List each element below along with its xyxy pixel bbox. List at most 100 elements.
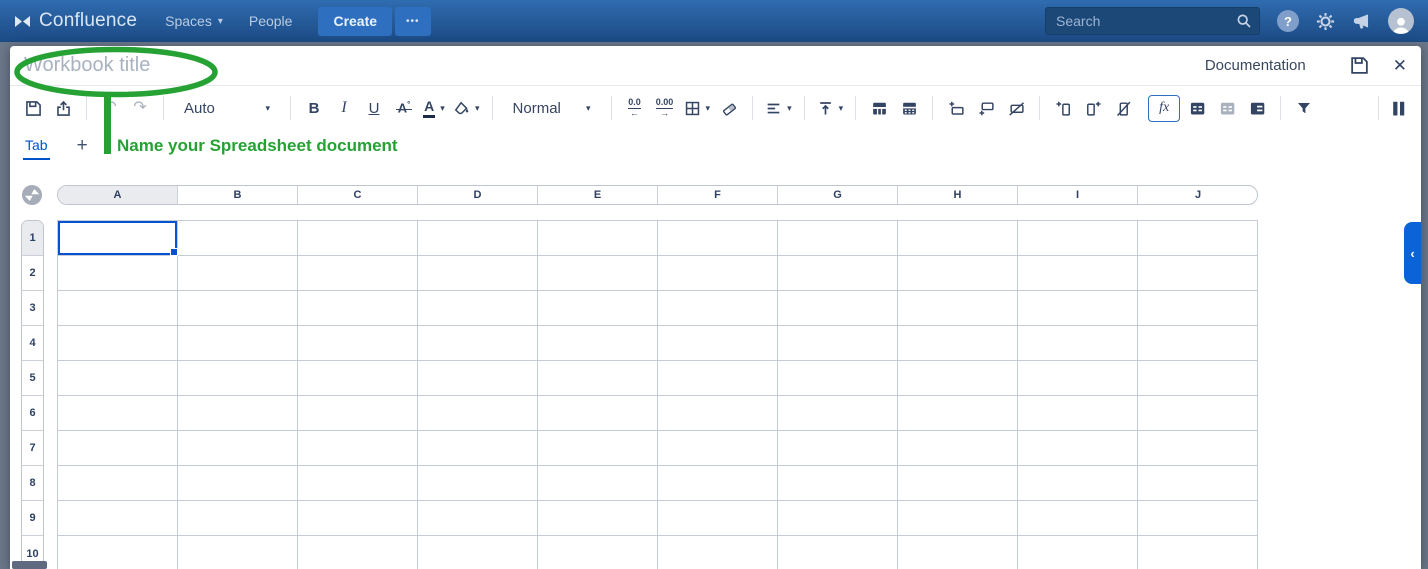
cell-G7[interactable] bbox=[778, 431, 898, 466]
cell-H1[interactable] bbox=[898, 221, 1018, 256]
cell-B8[interactable] bbox=[178, 466, 298, 501]
help-icon[interactable]: ? bbox=[1277, 10, 1299, 32]
cell-J8[interactable] bbox=[1138, 466, 1258, 501]
save-icon[interactable] bbox=[1350, 56, 1369, 75]
strikethrough-button[interactable]: A° bbox=[391, 95, 417, 121]
cell-J1[interactable] bbox=[1138, 221, 1258, 256]
cell-F5[interactable] bbox=[658, 361, 778, 396]
cell-A7[interactable] bbox=[58, 431, 178, 466]
cell-F4[interactable] bbox=[658, 326, 778, 361]
cell-C9[interactable] bbox=[298, 501, 418, 536]
insert-row-below-button[interactable] bbox=[973, 95, 999, 121]
cell-A2[interactable] bbox=[58, 256, 178, 291]
cell-E8[interactable] bbox=[538, 466, 658, 501]
merge-cells-button[interactable] bbox=[1184, 95, 1210, 121]
column-header-C[interactable]: C bbox=[298, 186, 418, 204]
more-menu-button[interactable]: ••• bbox=[395, 7, 431, 36]
cell-D5[interactable] bbox=[418, 361, 538, 396]
horizontal-align-button[interactable]: ▾ bbox=[763, 95, 794, 121]
column-header-E[interactable]: E bbox=[538, 186, 658, 204]
cell-C5[interactable] bbox=[298, 361, 418, 396]
row-header-4[interactable]: 4 bbox=[22, 326, 43, 361]
cell-E3[interactable] bbox=[538, 291, 658, 326]
cell-J7[interactable] bbox=[1138, 431, 1258, 466]
row-header-1[interactable]: 1 bbox=[22, 221, 43, 256]
cell-I10[interactable] bbox=[1018, 536, 1138, 569]
cell-A5[interactable] bbox=[58, 361, 178, 396]
cell-C10[interactable] bbox=[298, 536, 418, 569]
cell-F3[interactable] bbox=[658, 291, 778, 326]
cell-J4[interactable] bbox=[1138, 326, 1258, 361]
delete-column-button[interactable] bbox=[1110, 95, 1136, 121]
cell-I1[interactable] bbox=[1018, 221, 1138, 256]
close-icon[interactable]: ✕ bbox=[1393, 57, 1407, 74]
cell-A3[interactable] bbox=[58, 291, 178, 326]
cell-D7[interactable] bbox=[418, 431, 538, 466]
create-button[interactable]: Create bbox=[318, 7, 392, 36]
avatar[interactable] bbox=[1388, 8, 1414, 34]
redo-button[interactable]: ↷ bbox=[127, 95, 153, 121]
freeze-rows-button[interactable] bbox=[866, 95, 892, 121]
cell-F10[interactable] bbox=[658, 536, 778, 569]
text-color-button[interactable]: A ▾ bbox=[421, 95, 447, 121]
undo-button[interactable]: ↶ bbox=[97, 95, 123, 121]
freeze-columns-button[interactable] bbox=[896, 95, 922, 121]
cell-H4[interactable] bbox=[898, 326, 1018, 361]
save-button[interactable] bbox=[20, 95, 46, 121]
vertical-align-button[interactable]: ▾ bbox=[815, 95, 846, 121]
cell-A10[interactable] bbox=[58, 536, 178, 569]
sheet-tab[interactable]: Tab bbox=[23, 137, 50, 160]
cell-B9[interactable] bbox=[178, 501, 298, 536]
nav-spaces[interactable]: Spaces ▾ bbox=[165, 13, 223, 29]
cell-A8[interactable] bbox=[58, 466, 178, 501]
cell-H8[interactable] bbox=[898, 466, 1018, 501]
font-size-select[interactable]: Auto ▾ bbox=[174, 94, 280, 122]
cell-H7[interactable] bbox=[898, 431, 1018, 466]
cell-I5[interactable] bbox=[1018, 361, 1138, 396]
cell-H9[interactable] bbox=[898, 501, 1018, 536]
cell-B2[interactable] bbox=[178, 256, 298, 291]
cell-E6[interactable] bbox=[538, 396, 658, 431]
cell-E5[interactable] bbox=[538, 361, 658, 396]
collapse-panel-button[interactable]: ‹ bbox=[1404, 222, 1421, 284]
cell-A6[interactable] bbox=[58, 396, 178, 431]
split-cells-button[interactable] bbox=[1244, 95, 1270, 121]
row-header-3[interactable]: 3 bbox=[22, 291, 43, 326]
filter-button[interactable] bbox=[1291, 95, 1317, 121]
cell-I3[interactable] bbox=[1018, 291, 1138, 326]
cell-D3[interactable] bbox=[418, 291, 538, 326]
cell-C2[interactable] bbox=[298, 256, 418, 291]
underline-button[interactable]: U bbox=[361, 95, 387, 121]
cell-H6[interactable] bbox=[898, 396, 1018, 431]
search-input[interactable] bbox=[1045, 7, 1260, 35]
unmerge-cells-button[interactable] bbox=[1214, 95, 1240, 121]
cell-H5[interactable] bbox=[898, 361, 1018, 396]
cell-H2[interactable] bbox=[898, 256, 1018, 291]
insert-column-left-button[interactable] bbox=[1050, 95, 1076, 121]
number-format-select[interactable]: Normal ▾ bbox=[503, 94, 601, 122]
row-header-7[interactable]: 7 bbox=[22, 431, 43, 466]
cell-C4[interactable] bbox=[298, 326, 418, 361]
cell-E2[interactable] bbox=[538, 256, 658, 291]
cell-G1[interactable] bbox=[778, 221, 898, 256]
clear-formatting-button[interactable] bbox=[716, 95, 742, 121]
column-header-D[interactable]: D bbox=[418, 186, 538, 204]
add-sheet-tab-button[interactable]: + bbox=[77, 137, 88, 155]
cell-J10[interactable] bbox=[1138, 536, 1258, 569]
cell-D10[interactable] bbox=[418, 536, 538, 569]
row-header-6[interactable]: 6 bbox=[22, 396, 43, 431]
column-header-G[interactable]: G bbox=[778, 186, 898, 204]
cell-J3[interactable] bbox=[1138, 291, 1258, 326]
cell-D6[interactable] bbox=[418, 396, 538, 431]
cell-B7[interactable] bbox=[178, 431, 298, 466]
insert-column-right-button[interactable] bbox=[1080, 95, 1106, 121]
column-header-J[interactable]: J bbox=[1138, 186, 1258, 204]
insert-row-above-button[interactable] bbox=[943, 95, 969, 121]
cell-E4[interactable] bbox=[538, 326, 658, 361]
formula-bar-toggle-button[interactable]: fx bbox=[1148, 95, 1180, 122]
cell-E10[interactable] bbox=[538, 536, 658, 569]
cell-C3[interactable] bbox=[298, 291, 418, 326]
delete-row-button[interactable] bbox=[1003, 95, 1029, 121]
column-header-A[interactable]: A bbox=[58, 186, 178, 204]
cell-H10[interactable] bbox=[898, 536, 1018, 569]
